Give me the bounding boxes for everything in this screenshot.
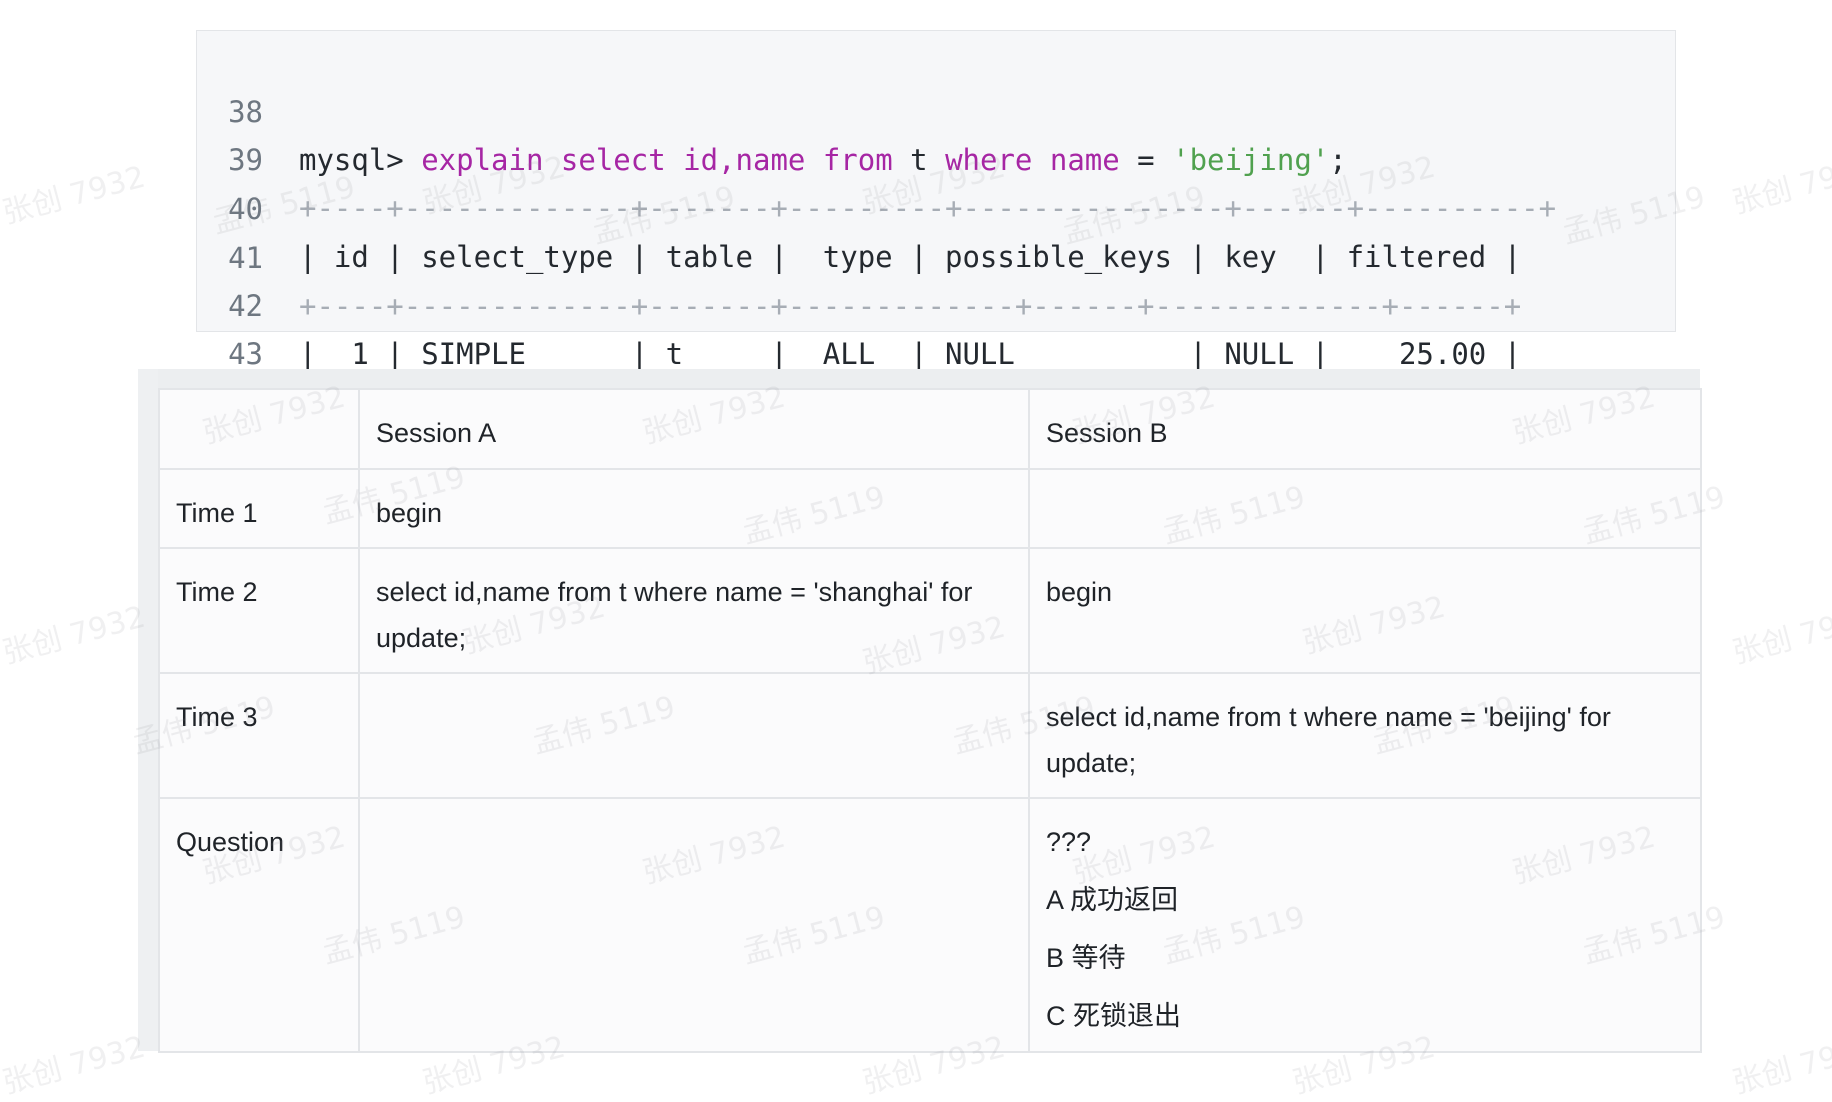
- session-b-cell: begin: [1028, 547, 1702, 674]
- table-border-line: +----+-------------+-------+------------…: [299, 289, 1522, 323]
- header-cell-empty: [158, 388, 360, 470]
- session-b-cell: [1028, 468, 1702, 549]
- table-row: Time 3 select id,name from t where name …: [158, 672, 1702, 799]
- code-line-39: 39 +----+-------------+-------+---------…: [197, 88, 1556, 225]
- kw-select: select: [560, 143, 666, 177]
- watermark-text: 张创 7932: [0, 159, 149, 232]
- mysql-prompt: mysql>: [299, 143, 422, 177]
- watermark-text: 张创 7932: [0, 599, 149, 672]
- code-line-43: 43 +----+-------------+-------+---------…: [197, 282, 1521, 419]
- table-header-row: Session A Session B: [158, 388, 1702, 470]
- kw-explain: explain: [421, 143, 544, 177]
- sql-statement: mysql> explain select id,name from t whe…: [299, 136, 1347, 184]
- question-options-cell: ??? A 成功返回 B 等待 C 死锁退出: [1028, 797, 1702, 1053]
- sql-table: t: [910, 143, 928, 177]
- code-block: 38 mysql> explain select id,name from t …: [196, 30, 1676, 419]
- table-row: Time 2 select id,name from t where name …: [158, 547, 1702, 674]
- code-line-42: 42 | 1 | SIMPLE | t | ALL | NULL | NULL …: [197, 234, 1521, 371]
- time-cell: Time 2: [158, 547, 360, 674]
- table-row: Time 1 begin: [158, 468, 1702, 549]
- session-a-cell: begin: [358, 468, 1030, 549]
- kw-where: where: [945, 143, 1033, 177]
- session-b-cell: select id,name from t where name = 'beij…: [1028, 672, 1702, 799]
- session-a-cell: [358, 672, 1030, 799]
- code-line-41: 41 +----+-------------+-------+---------…: [197, 186, 1521, 323]
- time-cell: Time 3: [158, 672, 360, 799]
- question-row: Question ??? A 成功返回 B 等待 C 死锁退出: [158, 797, 1702, 1053]
- watermark-text: 张创 7932: [0, 1029, 149, 1102]
- table-top-bar: [158, 369, 1700, 388]
- header-cell-session-b: Session B: [1028, 388, 1702, 470]
- question-marks: ???: [1046, 827, 1092, 857]
- option-b: B 等待: [1046, 943, 1126, 973]
- sql-where-column: name: [1049, 143, 1120, 177]
- watermark-text: 张创 7932: [1728, 1029, 1832, 1102]
- session-a-cell: select id,name from t where name = 'shan…: [358, 547, 1030, 674]
- session-table: Session A Session B Time 1 begin Time 2 …: [158, 388, 1702, 1053]
- kw-from: from: [822, 143, 893, 177]
- sql-operator: =: [1137, 143, 1155, 177]
- watermark-text: 张创 7932: [1728, 599, 1832, 672]
- result-header-line: | id | select_type | table | type | poss…: [299, 240, 1522, 274]
- session-table-container: Session A Session B Time 1 begin Time 2 …: [138, 369, 1702, 1053]
- time-cell: Time 1: [158, 468, 360, 549]
- sql-semicolon: ;: [1329, 143, 1347, 177]
- code-line-40: 40 | id | select_type | table | type | p…: [197, 137, 1521, 274]
- code-line-38: 38 mysql> explain select id,name from t …: [197, 40, 1347, 177]
- sql-columns: id,name: [683, 143, 806, 177]
- option-a: A 成功返回: [1046, 885, 1179, 915]
- table-border-line: +----+-------------+-------+---------+--…: [299, 191, 1557, 225]
- question-session-a-cell: [358, 797, 1030, 1053]
- option-c: C 死锁退出: [1046, 1001, 1181, 1031]
- sql-string-literal: 'beijing': [1172, 143, 1330, 177]
- watermark-text: 张创 7932: [1728, 149, 1832, 222]
- question-label-cell: Question: [158, 797, 360, 1053]
- header-cell-session-a: Session A: [358, 388, 1030, 470]
